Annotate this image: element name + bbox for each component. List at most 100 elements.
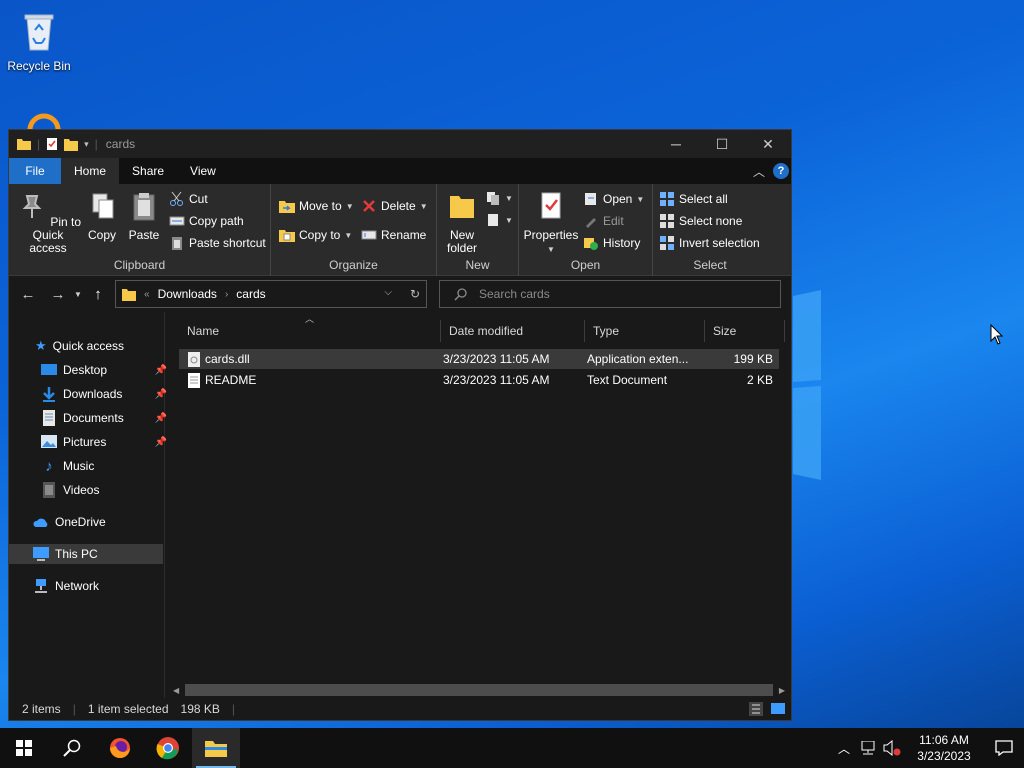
help-icon[interactable]: ? xyxy=(773,163,789,179)
nav-music[interactable]: ♪ Music xyxy=(41,456,94,476)
new-folder-button[interactable]: New folder xyxy=(439,190,485,255)
delete-button[interactable]: Delete ▼ xyxy=(361,198,428,214)
app-desktop-icon[interactable] xyxy=(26,106,62,130)
close-button[interactable]: ✕ xyxy=(745,130,791,158)
scroll-right-icon[interactable]: ▶ xyxy=(779,686,785,695)
table-row[interactable]: cards.dll 3/23/2023 11:05 AM Application… xyxy=(179,349,779,369)
folder-icon xyxy=(17,139,31,150)
properties-icon[interactable] xyxy=(46,137,58,151)
open-button[interactable]: Open ▼ xyxy=(583,191,644,207)
new-folder-icon[interactable] xyxy=(64,137,79,151)
nav-downloads[interactable]: Downloads 📌 xyxy=(41,384,167,404)
pin-icon[interactable]: 📌 xyxy=(155,365,167,376)
column-header-date-modified[interactable]: Date modified xyxy=(441,320,585,342)
nav-documents[interactable]: Documents 📌 xyxy=(41,408,167,428)
search-box[interactable]: Search cards xyxy=(439,280,781,308)
search-button[interactable] xyxy=(48,728,96,768)
pin-icon[interactable]: 📌 xyxy=(155,389,167,400)
address-bar[interactable]: « Downloads › cards ⌵ ↻ xyxy=(115,280,427,308)
maximize-button[interactable]: ☐ xyxy=(699,130,745,158)
new-item-button[interactable]: ▼ xyxy=(485,190,513,206)
status-bar: 2 items | 1 item selected 198 KB | xyxy=(9,698,791,720)
taskbar-clock[interactable]: 11:06 AM 3/23/2023 xyxy=(904,732,984,764)
nav-quick-access[interactable]: ★ Quick access xyxy=(35,336,124,356)
copy-path-button[interactable]: Copy path xyxy=(169,213,244,229)
status-item-count: 2 items xyxy=(22,702,61,716)
paste-shortcut-button[interactable]: Paste shortcut xyxy=(169,235,266,251)
collapse-ribbon-icon[interactable]: ︿ xyxy=(753,163,765,180)
pin-icon xyxy=(22,195,42,218)
scrollbar-thumb[interactable] xyxy=(185,684,773,696)
pin-to-quick-access-button[interactable]: Pin to Quick access xyxy=(13,190,83,255)
address-dropdown-icon[interactable]: ⌵ xyxy=(384,287,392,301)
paste-button[interactable]: Paste xyxy=(127,190,161,242)
select-none-button[interactable]: Select none xyxy=(659,213,742,229)
column-header-size[interactable]: Size xyxy=(705,320,785,342)
rename-button[interactable]: Rename xyxy=(361,227,426,243)
nav-videos[interactable]: Videos xyxy=(41,480,99,500)
properties-button[interactable]: Properties ▼ xyxy=(523,190,579,256)
breadcrumb-overflow-icon[interactable]: « xyxy=(144,289,150,300)
volume-muted-icon[interactable] xyxy=(880,740,904,756)
recycle-bin[interactable]: Recycle Bin xyxy=(6,8,72,73)
title-bar[interactable]: | ▾ | cards ─ ☐ ✕ xyxy=(9,130,791,158)
back-button[interactable]: ← xyxy=(15,286,41,303)
customize-toolbar-icon[interactable]: ▾ xyxy=(84,139,89,150)
breadcrumb-chevron-icon[interactable]: › xyxy=(225,289,228,300)
copy-button[interactable]: Copy xyxy=(87,190,117,242)
tab-home[interactable]: Home xyxy=(61,158,120,184)
tab-file[interactable]: File xyxy=(9,158,61,184)
nav-pictures[interactable]: Pictures 📌 xyxy=(41,432,167,452)
breadcrumb-downloads[interactable]: Downloads xyxy=(158,287,217,301)
group-label-organize: Organize xyxy=(329,258,378,272)
ribbon: Pin to Quick access Copy Paste Cut Copy … xyxy=(9,184,791,276)
table-row[interactable]: README 3/23/2023 11:05 AM Text Document … xyxy=(179,370,779,390)
nav-this-pc[interactable]: This PC xyxy=(9,544,163,564)
firefox-icon xyxy=(110,738,130,758)
select-all-button[interactable]: Select all xyxy=(659,191,728,207)
notification-center-icon[interactable] xyxy=(984,740,1024,756)
column-header-name[interactable]: Name xyxy=(179,320,441,342)
show-hidden-icons[interactable]: ︿ xyxy=(832,740,856,757)
history-button[interactable]: History xyxy=(583,235,640,251)
paste-shortcut-icon xyxy=(172,237,182,250)
pin-icon[interactable]: 📌 xyxy=(155,437,167,448)
move-to-button[interactable]: Move to ▼ xyxy=(279,198,354,214)
new-item-icon xyxy=(487,192,499,205)
minimize-button[interactable]: ─ xyxy=(653,130,699,158)
tab-view[interactable]: View xyxy=(177,158,229,184)
column-header-type[interactable]: Type xyxy=(585,320,705,342)
start-button[interactable] xyxy=(0,728,48,768)
recent-locations-button[interactable]: ▼ xyxy=(71,290,85,299)
horizontal-scrollbar[interactable]: ◀ ▶ xyxy=(173,684,785,696)
system-tray: ︿ 11:06 AM 3/23/2023 xyxy=(832,728,1024,768)
nav-network[interactable]: Network xyxy=(33,576,99,596)
copy-to-button[interactable]: Copy to ▼ xyxy=(279,227,352,243)
edit-button[interactable]: Edit xyxy=(583,213,624,229)
up-button[interactable]: ↑ xyxy=(85,286,111,303)
large-icons-view-icon[interactable] xyxy=(771,702,785,716)
forward-button[interactable]: → xyxy=(45,286,71,303)
pin-icon[interactable]: 📌 xyxy=(155,413,167,424)
cut-button[interactable]: Cut xyxy=(169,191,208,207)
refresh-icon[interactable]: ↻ xyxy=(410,287,420,301)
taskbar: ︿ 11:06 AM 3/23/2023 xyxy=(0,728,1024,768)
desktop-icon xyxy=(41,363,57,375)
select-none-icon xyxy=(660,214,674,228)
easy-access-button[interactable]: ▼ xyxy=(485,212,513,228)
network-tray-icon[interactable] xyxy=(856,741,880,755)
invert-selection-button[interactable]: Invert selection xyxy=(659,235,760,251)
edit-icon xyxy=(586,218,596,228)
nav-onedrive[interactable]: OneDrive xyxy=(33,512,106,532)
breadcrumb-cards[interactable]: cards xyxy=(236,287,265,301)
tab-share[interactable]: Share xyxy=(119,158,177,184)
delete-icon xyxy=(363,200,375,212)
taskbar-chrome[interactable] xyxy=(144,728,192,768)
taskbar-file-explorer[interactable] xyxy=(192,728,240,768)
nav-desktop[interactable]: Desktop 📌 xyxy=(41,360,167,380)
details-view-icon[interactable] xyxy=(749,702,763,716)
taskbar-firefox[interactable] xyxy=(96,728,144,768)
open-icon xyxy=(585,193,596,205)
group-select: Select all Select none Invert selection … xyxy=(653,184,767,276)
scroll-left-icon[interactable]: ◀ xyxy=(173,686,179,695)
